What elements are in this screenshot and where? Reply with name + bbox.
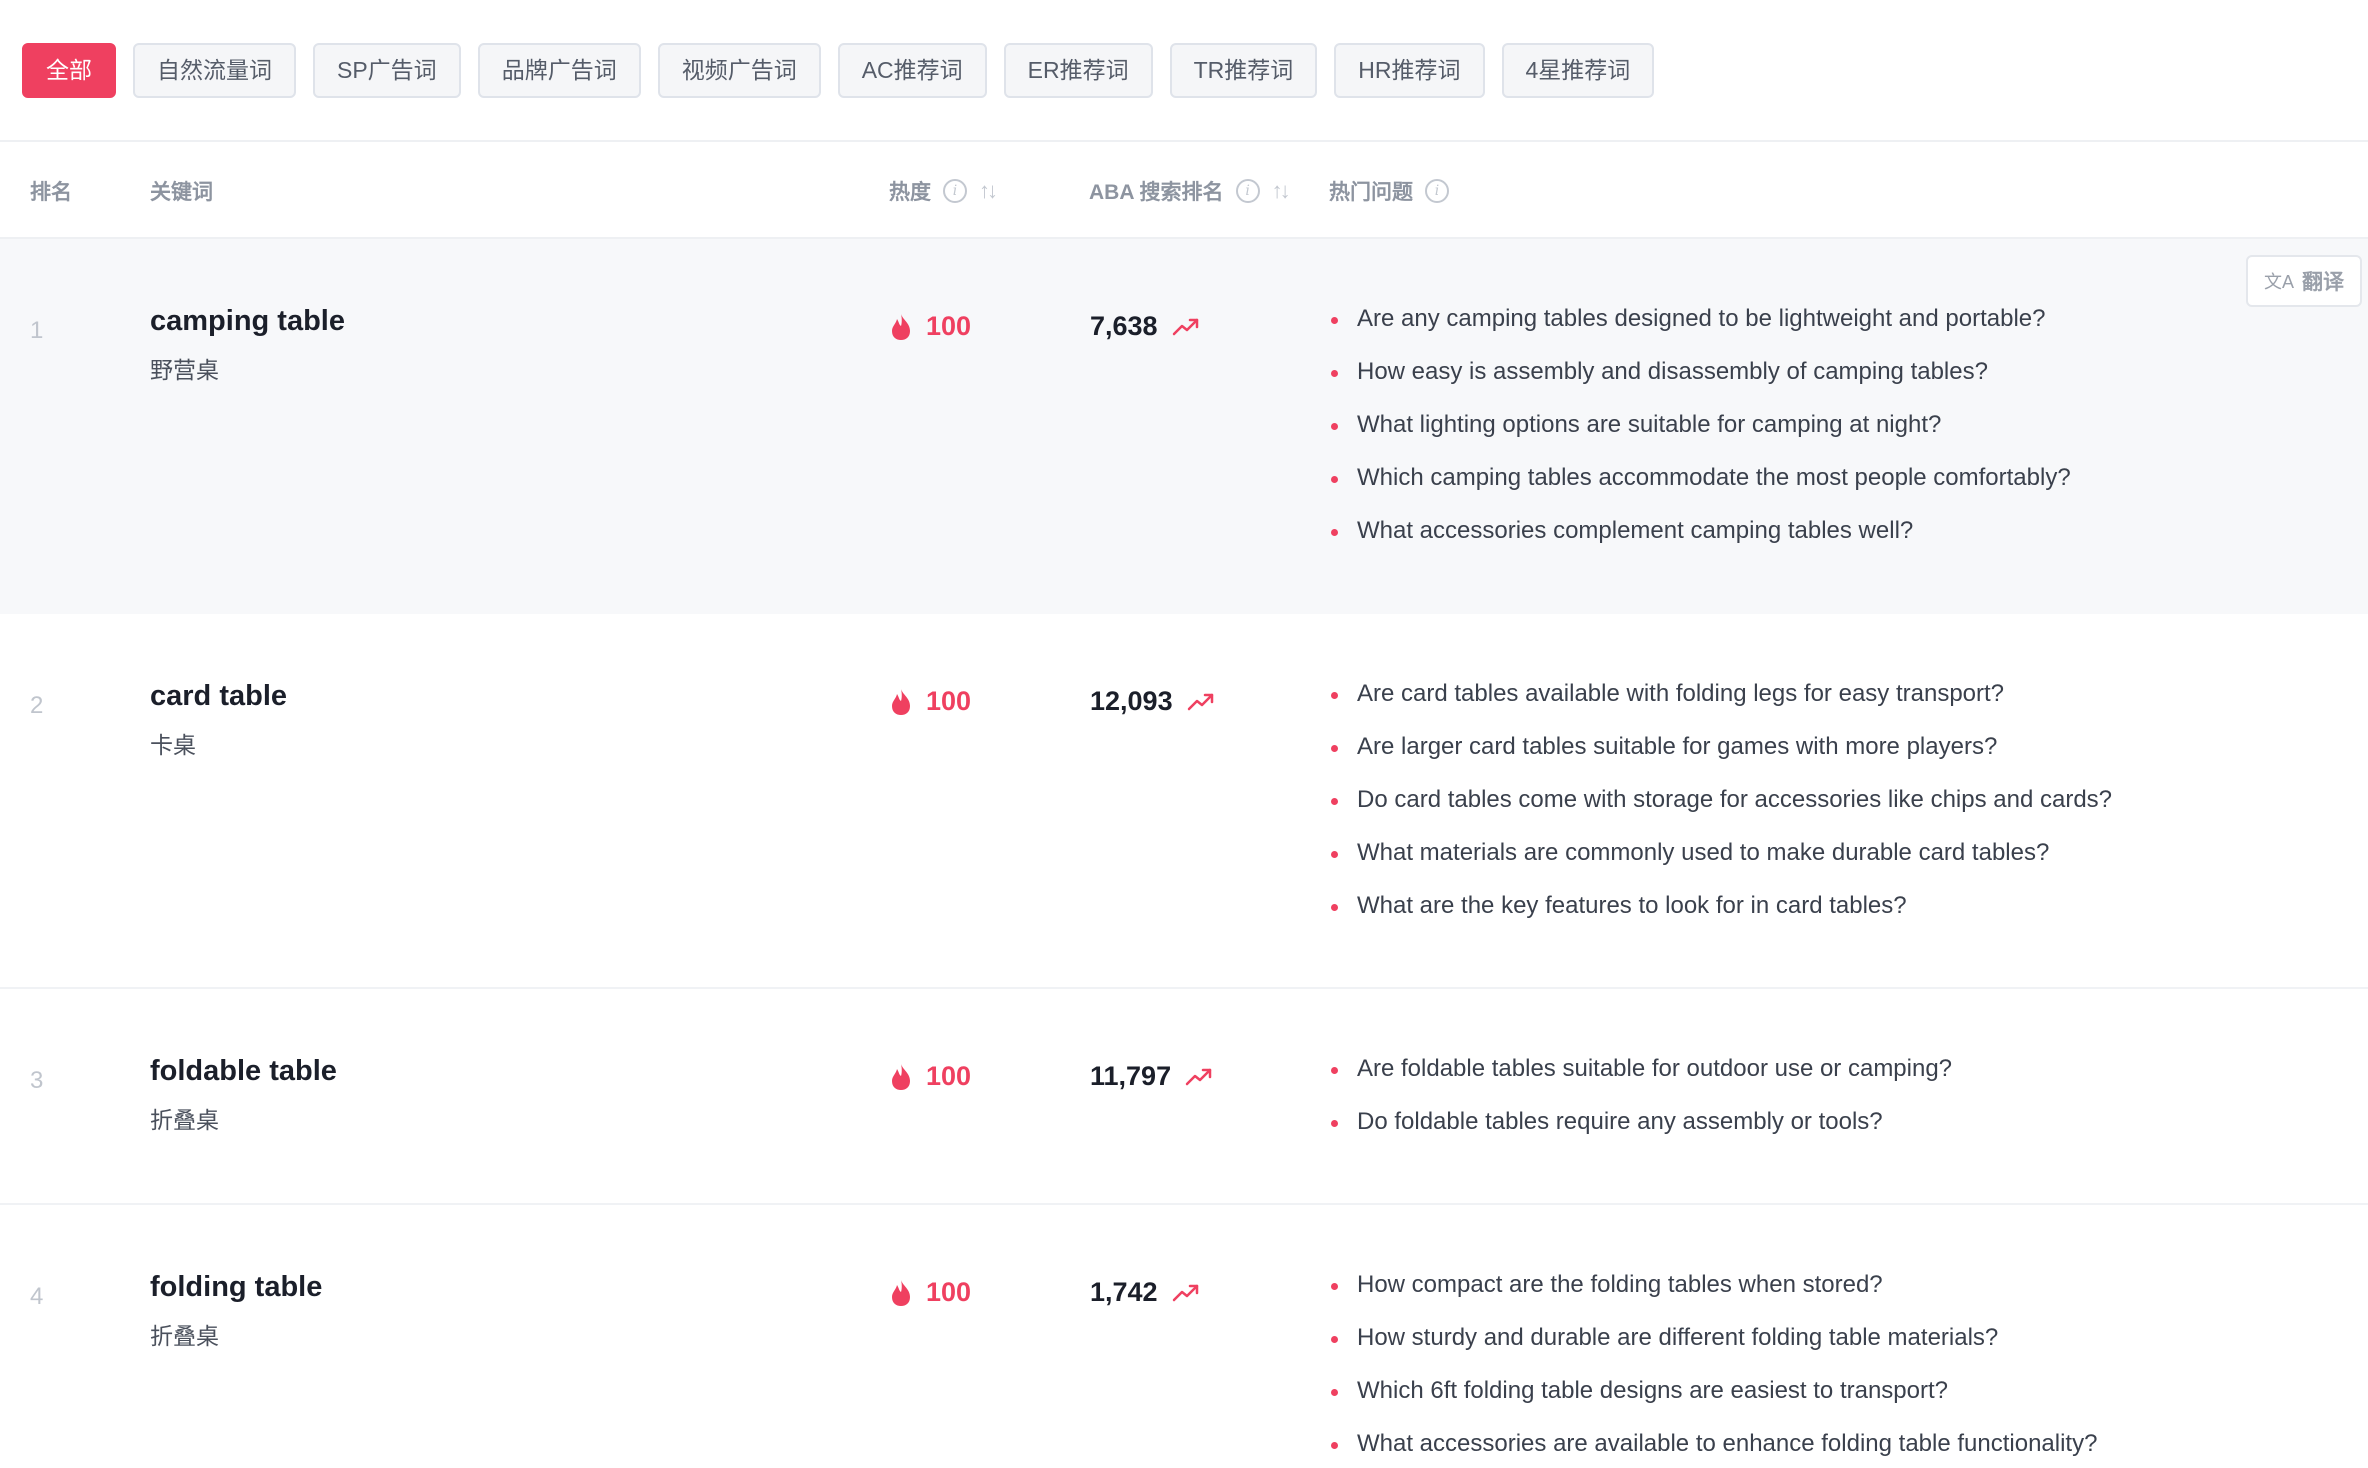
filter-tab-all[interactable]: 全部 <box>22 43 116 98</box>
trending-up-icon <box>1172 318 1198 335</box>
sort-icon[interactable]: ↑↓ <box>1272 178 1291 204</box>
hot-questions-list: Are any camping tables designed to be li… <box>1330 304 2071 569</box>
trending-up-icon <box>1172 1284 1198 1301</box>
row-rank: 2 <box>30 692 44 719</box>
question-item: What lighting options are suitable for c… <box>1330 410 2071 463</box>
heat-score: 100 <box>890 686 971 717</box>
keyword-cn: 折叠桌 <box>150 1323 219 1349</box>
question-item: Which camping tables accommodate the mos… <box>1330 463 2071 516</box>
table-header: 排名 关键词 热度 i ↑↓ ABA 搜索排名 i ↑↓ 热门问题 i <box>0 142 2368 238</box>
keyword-cn: 折叠桌 <box>150 1107 219 1133</box>
keyword-cn: 卡桌 <box>150 732 196 758</box>
trending-up-icon <box>1187 693 1213 710</box>
trending-up-icon <box>1185 1068 1212 1085</box>
heat-value: 100 <box>926 311 972 341</box>
question-item: Are card tables available with folding l… <box>1330 679 2112 732</box>
question-item: Which 6ft folding table designs are easi… <box>1330 1376 2097 1429</box>
column-header-keyword: 关键词 <box>150 176 213 206</box>
flame-icon <box>892 1279 910 1306</box>
column-header-keyword-label: 关键词 <box>150 181 213 204</box>
row-rank: 4 <box>30 1283 44 1310</box>
keyword-analysis-page: 全部 自然流量词 SP广告词 品牌广告词 视频广告词 AC推荐词 ER推荐词 T… <box>0 0 2368 1468</box>
flame-icon <box>892 313 910 340</box>
aba-rank-value: 7,638 <box>1090 311 1158 341</box>
filter-tab-ac[interactable]: AC推荐词 <box>837 43 987 98</box>
keyword-cn: 野营桌 <box>150 357 219 383</box>
filter-tab-brand-ads[interactable]: 品牌广告词 <box>477 43 641 98</box>
keyword-en[interactable]: camping table <box>150 305 345 338</box>
question-item: How compact are the folding tables when … <box>1330 1270 2097 1323</box>
heat-value: 100 <box>926 1061 972 1091</box>
column-header-rank: 排名 <box>30 176 72 206</box>
aba-rank-value: 1,742 <box>1090 1277 1158 1307</box>
flame-icon <box>892 688 910 715</box>
sort-icon[interactable]: ↑↓ <box>979 178 998 204</box>
hot-questions-list: Are card tables available with folding l… <box>1330 679 2112 944</box>
row-rank: 1 <box>30 317 44 344</box>
aba-rank-value: 11,797 <box>1090 1061 1172 1091</box>
question-item: What accessories are available to enhanc… <box>1330 1429 2097 1468</box>
filter-tab-video-ads[interactable]: 视频广告词 <box>657 43 821 98</box>
question-item: Are foldable tables suitable for outdoor… <box>1330 1054 1952 1107</box>
question-item: Do foldable tables require any assembly … <box>1330 1107 1952 1160</box>
keyword-en[interactable]: card table <box>150 680 287 713</box>
info-icon[interactable]: i <box>1235 179 1260 203</box>
column-header-aba-label: ABA 搜索排名 <box>1089 181 1224 204</box>
column-header-aba: ABA 搜索排名 i ↑↓ <box>1089 176 1291 206</box>
question-item: Are larger card tables suitable for game… <box>1330 732 2112 785</box>
aba-rank-value: 12,093 <box>1090 686 1173 716</box>
column-header-heat: 热度 i ↑↓ <box>889 176 998 206</box>
column-header-questions-label: 热门问题 <box>1329 181 1413 204</box>
heat-value: 100 <box>926 1277 972 1307</box>
column-header-heat-label: 热度 <box>889 181 931 204</box>
filter-tab-4star[interactable]: 4星推荐词 <box>1501 43 1655 98</box>
info-icon[interactable]: i <box>943 179 967 203</box>
translate-button[interactable]: 文A 翻译 <box>2246 255 2362 307</box>
hot-questions-list: Are foldable tables suitable for outdoor… <box>1330 1054 1952 1160</box>
table-row[interactable]: 2 card table 卡桌 100 12,093 Are card tabl… <box>0 614 2368 989</box>
question-item: How easy is assembly and disassembly of … <box>1330 357 2071 410</box>
question-item: Do card tables come with storage for acc… <box>1330 785 2112 838</box>
translate-icon: 文A <box>2263 272 2294 292</box>
table-row[interactable]: 3 foldable table 折叠桌 100 11,797 Are fold… <box>0 989 2368 1205</box>
table-row[interactable]: 4 folding table 折叠桌 100 1,742 How compac… <box>0 1205 2368 1468</box>
heat-score: 100 <box>890 1277 971 1308</box>
info-icon[interactable]: i <box>1425 179 1449 203</box>
column-header-questions: 热门问题 i <box>1329 176 1449 206</box>
keyword-en[interactable]: folding table <box>150 1271 322 1304</box>
aba-rank: 12,093 <box>1090 686 1215 717</box>
aba-rank: 1,742 <box>1090 1277 1200 1308</box>
filter-tab-hr[interactable]: HR推荐词 <box>1334 43 1485 98</box>
question-item: What are the key features to look for in… <box>1330 891 2112 944</box>
heat-value: 100 <box>926 686 972 716</box>
aba-rank: 11,797 <box>1090 1061 1213 1092</box>
filter-tab-organic[interactable]: 自然流量词 <box>133 43 296 98</box>
question-item: What materials are commonly used to make… <box>1330 838 2112 891</box>
filter-tab-er[interactable]: ER推荐词 <box>1003 43 1153 98</box>
column-header-rank-label: 排名 <box>30 181 72 204</box>
hot-questions-list: How compact are the folding tables when … <box>1330 1270 2097 1468</box>
question-item: How sturdy and durable are different fol… <box>1330 1323 2097 1376</box>
question-item: Are any camping tables designed to be li… <box>1330 304 2071 357</box>
filter-tab-sp-ads[interactable]: SP广告词 <box>313 43 461 98</box>
flame-icon <box>892 1063 910 1090</box>
aba-rank: 7,638 <box>1090 311 1200 342</box>
row-rank: 3 <box>30 1067 44 1094</box>
question-item: What accessories complement camping tabl… <box>1330 516 2071 569</box>
keyword-filter-tabs: 全部 自然流量词 SP广告词 品牌广告词 视频广告词 AC推荐词 ER推荐词 T… <box>22 43 1655 98</box>
table-row[interactable]: 1 camping table 野营桌 100 7,638 Are any ca… <box>0 239 2368 614</box>
heat-score: 100 <box>890 1061 971 1092</box>
keyword-en[interactable]: foldable table <box>150 1055 337 1088</box>
filter-tab-tr[interactable]: TR推荐词 <box>1169 43 1318 98</box>
heat-score: 100 <box>890 311 971 342</box>
translate-label: 翻译 <box>2302 271 2344 294</box>
